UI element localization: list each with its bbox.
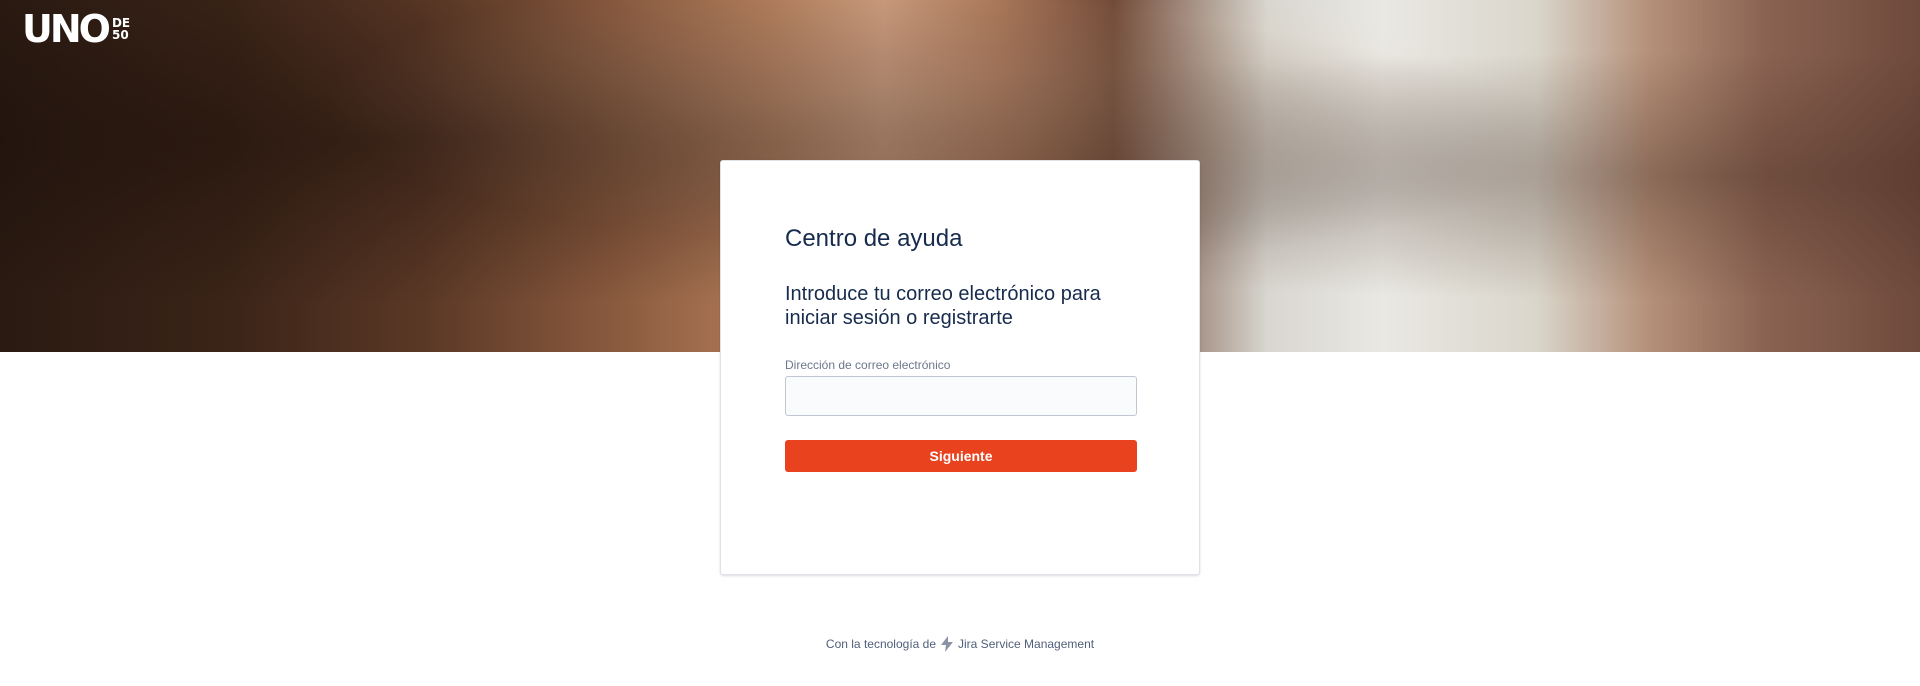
brand-logo[interactable]: UNO DE 50 [22,10,130,48]
email-label: Dirección de correo electrónico [785,358,951,372]
footer-product-link[interactable]: Jira Service Management [958,637,1094,651]
logo-sub: DE 50 [112,17,130,41]
next-button[interactable]: Siguiente [785,440,1137,472]
logo-main: UNO [22,7,111,51]
email-field[interactable] [785,376,1137,416]
bolt-icon [940,636,954,652]
page-title: Centro de ayuda [785,225,963,252]
logo-sub-bottom: 50 [111,28,129,42]
footer-prefix: Con la tecnología de [825,637,937,651]
login-card: Centro de ayuda Introduce tu correo elec… [720,160,1200,575]
login-instruction: Introduce tu correo electrónico para ini… [785,283,1101,329]
page: UNO DE 50 Centro de ayuda Introduce tu c… [0,0,1920,686]
powered-by-footer: Con la tecnología de Jira Service Manage… [0,636,1920,652]
